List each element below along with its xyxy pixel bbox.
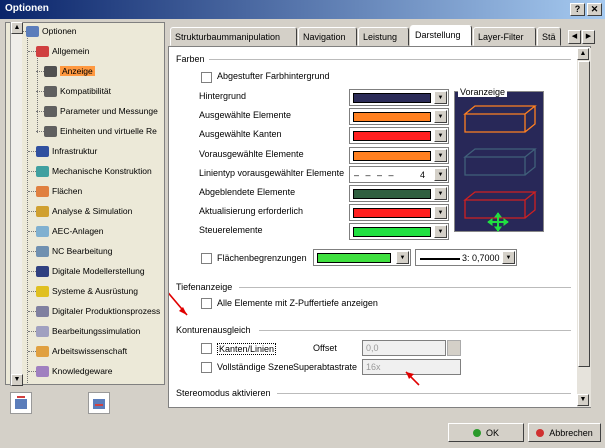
tree-item-label: Analyse & Simulation: [52, 206, 133, 216]
tree-item-icon: [26, 25, 39, 37]
tree-item-label: Mechanische Konstruktion: [52, 166, 152, 176]
tree-item-label: Optionen: [42, 26, 77, 36]
tree-item[interactable]: Flächen: [36, 183, 82, 199]
tab-navigation[interactable]: Navigation: [298, 27, 357, 46]
title-bar: Optionen: [0, 0, 605, 19]
tree-item-icon: [44, 125, 57, 137]
tree-item-label: Bearbeitungssimulation: [52, 326, 141, 336]
tree-item[interactable]: Arbeitswissenschaft: [36, 343, 127, 359]
tree-item[interactable]: Infrastruktur: [36, 143, 97, 159]
tree-item[interactable]: Bearbeitungssimulation: [36, 323, 140, 339]
tab-stä[interactable]: Stä: [537, 27, 561, 46]
window-title: Optionen: [5, 3, 49, 14]
tree-item-label: Systeme & Ausrüstung: [52, 286, 138, 296]
tree-item-label: Digitale Modellerstellung: [52, 266, 145, 276]
tree-item-icon: [36, 365, 49, 377]
tree-item-label: Anzeige: [60, 66, 95, 76]
tab-strukturbaummanipulation[interactable]: Strukturbaummanipulation: [170, 27, 297, 46]
tree-item-label: Kompatibilität: [60, 86, 112, 96]
settings-panel: Farben Abgestufter Farbhintergrund Hinte…: [168, 46, 591, 408]
tree-item-icon: [36, 305, 49, 317]
panel-scroll-thumb[interactable]: [578, 61, 590, 367]
tree-item-icon: [36, 45, 49, 57]
tree-item[interactable]: AEC-Anlagen: [36, 223, 104, 239]
tree-item-icon: [44, 105, 57, 117]
tree-item-label: Flächen: [52, 186, 83, 196]
tree-item-label: Digitaler Produktionsprozess: [52, 306, 161, 316]
tree-expand-icon[interactable]: [10, 392, 32, 414]
tree-item-label: Infrastruktur: [52, 146, 98, 156]
tab-leistung[interactable]: Leistung: [358, 27, 409, 46]
ok-label: OK: [485, 427, 499, 438]
tree-item-icon: [44, 65, 57, 77]
close-button[interactable]: ✕: [587, 3, 602, 16]
tree-item-label: Einheiten und virtuelle Re: [60, 126, 157, 136]
tree-item[interactable]: Optionen: [26, 23, 77, 39]
tab-scroll-right[interactable]: ▶: [582, 30, 595, 44]
tree-item[interactable]: Anzeige: [44, 63, 95, 79]
tree-scrollbar[interactable]: ▲ ▼: [10, 22, 23, 386]
tab-darstellung[interactable]: Darstellung: [410, 25, 472, 46]
scroll-down-arrow[interactable]: ▼: [11, 374, 23, 386]
tree-item-label: Knowledgeware: [52, 366, 113, 376]
preview-label: Voranzeige: [458, 87, 508, 97]
tree-item-label: Parameter und Messunge: [60, 106, 158, 116]
ok-button[interactable]: OK: [448, 423, 524, 442]
tree-item-icon: [36, 145, 49, 157]
tree-item[interactable]: Digitaler Produktionsprozess: [36, 303, 160, 319]
tree-item-icon: [36, 265, 49, 277]
tree-item[interactable]: Mechanische Konstruktion: [36, 163, 152, 179]
tree-item[interactable]: Systeme & Ausrüstung: [36, 283, 138, 299]
options-tree: Optionen Allgemein Anzeige Kompatibilität Pa…: [5, 22, 165, 385]
tree-item[interactable]: Analyse & Simulation: [36, 203, 132, 219]
tree-item[interactable]: Digitale Modellerstellung: [36, 263, 145, 279]
tree-item[interactable]: Einheiten und virtuelle Re: [44, 123, 157, 139]
panel-scroll-up[interactable]: ▲: [577, 48, 589, 60]
tree-item-label: Arbeitswissenschaft: [52, 346, 128, 356]
panel-scrollbar[interactable]: ▲ ▼: [577, 48, 591, 407]
tree-item-label: NC Bearbeitung: [52, 246, 113, 256]
tree-item-label: AEC-Anlagen: [52, 226, 104, 236]
tab-scroll-left[interactable]: ◀: [568, 30, 581, 44]
panel-scroll-down[interactable]: ▼: [577, 394, 589, 406]
tree-item[interactable]: Allgemein: [36, 43, 89, 59]
annotation-arrows: [169, 292, 420, 386]
tab-layerfilter[interactable]: Layer-Filter: [473, 27, 536, 46]
tree-item[interactable]: Knowledgeware: [36, 363, 112, 379]
tree-item-icon: [36, 165, 49, 177]
tree-collapse-icon[interactable]: [88, 392, 110, 414]
tree-item-icon: [36, 185, 49, 197]
tree-item-label: Allgemein: [52, 46, 90, 56]
tree-item[interactable]: NC Bearbeitung: [36, 243, 112, 259]
scroll-up-arrow[interactable]: ▲: [11, 22, 23, 34]
ok-icon: [472, 428, 481, 437]
tree-item[interactable]: Parameter und Messunge: [44, 103, 158, 119]
cancel-icon: [536, 428, 545, 437]
tree-item-icon: [36, 345, 49, 357]
tree-item-icon: [36, 225, 49, 237]
tree-item-icon: [36, 325, 49, 337]
tree-item-icon: [36, 285, 49, 297]
tree-item[interactable]: Kompatibilität: [44, 83, 111, 99]
cancel-button[interactable]: Abbrechen: [528, 423, 601, 442]
tree-item-icon: [36, 245, 49, 257]
help-button[interactable]: ?: [570, 3, 585, 16]
tree-item-icon: [36, 205, 49, 217]
cancel-label: Abbrechen: [549, 427, 593, 438]
tree-item-icon: [44, 85, 57, 97]
